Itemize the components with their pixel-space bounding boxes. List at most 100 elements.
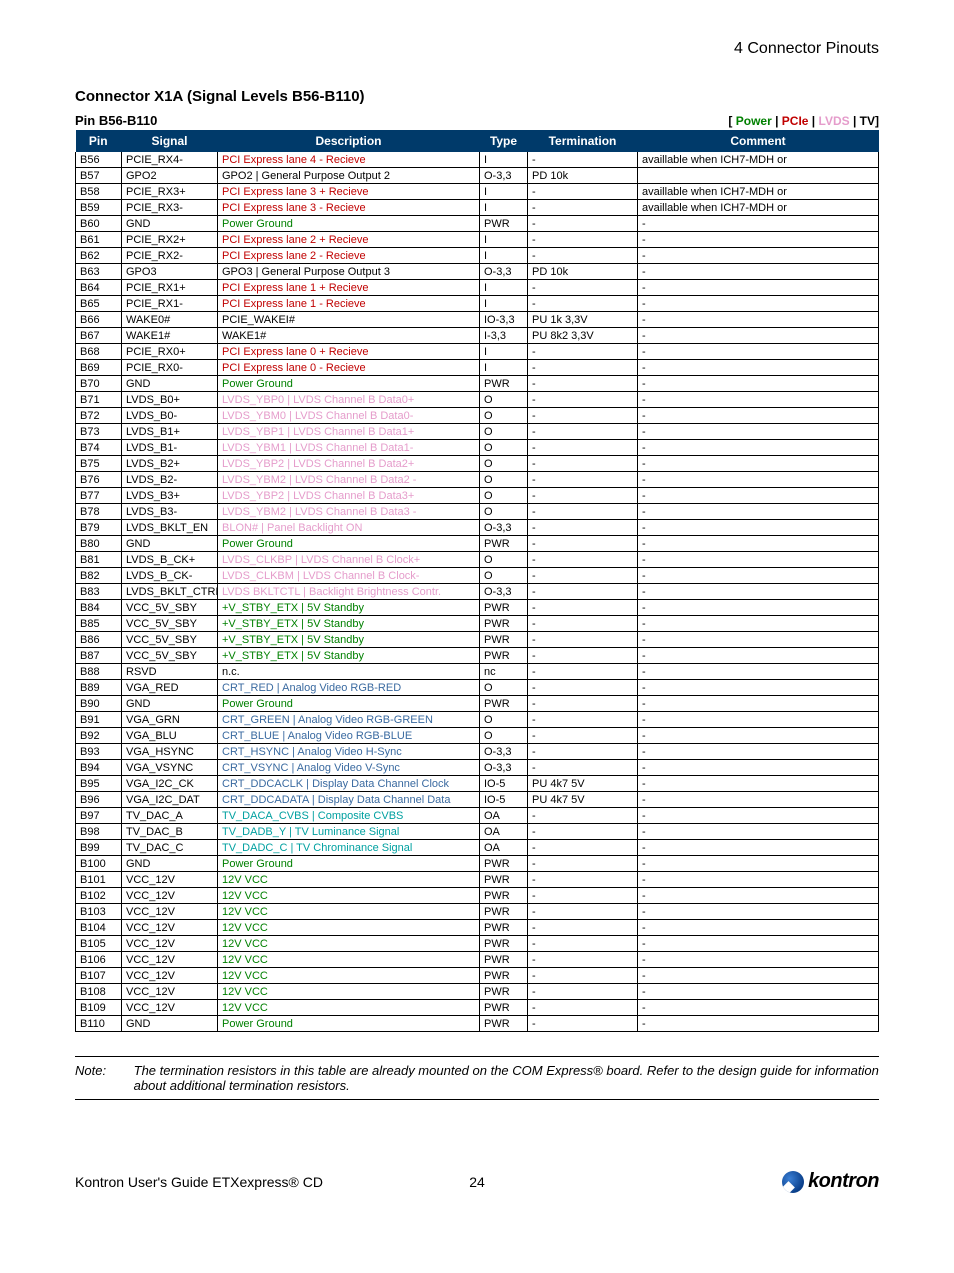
cell-type: O xyxy=(480,728,528,744)
cell-pin: B73 xyxy=(76,424,122,440)
cell-description: CRT_RED | Analog Video RGB-RED xyxy=(218,680,480,696)
cell-termination: - xyxy=(528,296,638,312)
cell-description: PCI Express lane 2 - Recieve xyxy=(218,248,480,264)
cell-type: I xyxy=(480,360,528,376)
cell-termination: - xyxy=(528,392,638,408)
cell-signal: VCC_12V xyxy=(122,888,218,904)
cell-pin: B74 xyxy=(76,440,122,456)
table-row: B79LVDS_BKLT_ENBLON# | Panel Backlight O… xyxy=(76,520,879,536)
cell-termination: - xyxy=(528,808,638,824)
table-row: B100GNDPower GroundPWR-- xyxy=(76,856,879,872)
cell-comment: - xyxy=(638,776,879,792)
cell-comment: - xyxy=(638,632,879,648)
cell-pin: B103 xyxy=(76,904,122,920)
table-row: B107VCC_12V12V VCCPWR-- xyxy=(76,968,879,984)
note-block: Note: The termination resistors in this … xyxy=(75,1056,879,1100)
cell-termination: - xyxy=(528,408,638,424)
cell-comment: - xyxy=(638,888,879,904)
legend-pcie: PCIe xyxy=(782,114,809,128)
cell-signal: VGA_GRN xyxy=(122,712,218,728)
cell-description: PCIE_WAKEI# xyxy=(218,312,480,328)
cell-pin: B97 xyxy=(76,808,122,824)
note-text: The termination resistors in this table … xyxy=(134,1063,879,1093)
cell-signal: PCIE_RX2- xyxy=(122,248,218,264)
cell-pin: B92 xyxy=(76,728,122,744)
cell-comment: - xyxy=(638,344,879,360)
table-row: B89VGA_REDCRT_RED | Analog Video RGB-RED… xyxy=(76,680,879,696)
cell-type: O xyxy=(480,472,528,488)
cell-signal: TV_DAC_C xyxy=(122,840,218,856)
cell-type: O-3,3 xyxy=(480,168,528,184)
table-row: B73LVDS_B1+LVDS_YBP1 | LVDS Channel B Da… xyxy=(76,424,879,440)
cell-type: O-3,3 xyxy=(480,760,528,776)
cell-pin: B96 xyxy=(76,792,122,808)
cell-description: PCI Express lane 1 + Recieve xyxy=(218,280,480,296)
cell-description: 12V VCC xyxy=(218,904,480,920)
cell-comment: - xyxy=(638,824,879,840)
cell-termination: - xyxy=(528,568,638,584)
cell-pin: B93 xyxy=(76,744,122,760)
cell-signal: PCIE_RX3+ xyxy=(122,184,218,200)
cell-type: I xyxy=(480,152,528,168)
cell-pin: B56 xyxy=(76,152,122,168)
cell-comment: - xyxy=(638,280,879,296)
cell-comment: - xyxy=(638,312,879,328)
cell-type: PWR xyxy=(480,904,528,920)
table-row: B105VCC_12V12V VCCPWR-- xyxy=(76,936,879,952)
cell-description: BLON# | Panel Backlight ON xyxy=(218,520,480,536)
cell-pin: B78 xyxy=(76,504,122,520)
cell-description: LVDS_YBM2 | LVDS Channel B Data3 - xyxy=(218,504,480,520)
kontron-logo: kontron xyxy=(782,1170,879,1193)
cell-signal: VCC_12V xyxy=(122,920,218,936)
table-row: B95VGA_I2C_CKCRT_DDCACLK | Display Data … xyxy=(76,776,879,792)
cell-type: PWR xyxy=(480,1016,528,1032)
cell-comment: - xyxy=(638,328,879,344)
legend-power: Power xyxy=(736,114,772,128)
cell-termination: PD 10k xyxy=(528,264,638,280)
cell-type: I xyxy=(480,200,528,216)
cell-termination: - xyxy=(528,152,638,168)
cell-comment: - xyxy=(638,472,879,488)
cell-type: nc xyxy=(480,664,528,680)
cell-signal: PCIE_RX1+ xyxy=(122,280,218,296)
table-row: B78LVDS_B3-LVDS_YBM2 | LVDS Channel B Da… xyxy=(76,504,879,520)
cell-pin: B101 xyxy=(76,872,122,888)
cell-type: I xyxy=(480,344,528,360)
cell-pin: B71 xyxy=(76,392,122,408)
cell-pin: B76 xyxy=(76,472,122,488)
cell-description: LVDS BKLTCTL | Backlight Brightness Cont… xyxy=(218,584,480,600)
cell-comment: - xyxy=(638,648,879,664)
table-row: B94VGA_VSYNCCRT_VSYNC | Analog Video V-S… xyxy=(76,760,879,776)
cell-termination: - xyxy=(528,648,638,664)
table-row: B57GPO2GPO2 | General Purpose Output 2O-… xyxy=(76,168,879,184)
table-row: B102VCC_12V12V VCCPWR-- xyxy=(76,888,879,904)
cell-description: PCI Express lane 3 + Recieve xyxy=(218,184,480,200)
cell-signal: GPO3 xyxy=(122,264,218,280)
cell-type: IO-3,3 xyxy=(480,312,528,328)
cell-type: PWR xyxy=(480,920,528,936)
table-row: B65PCIE_RX1-PCI Express lane 1 - Recieve… xyxy=(76,296,879,312)
cell-comment: - xyxy=(638,424,879,440)
cell-description: LVDS_CLKBP | LVDS Channel B Clock+ xyxy=(218,552,480,568)
cell-signal: PCIE_RX1- xyxy=(122,296,218,312)
note-label: Note: xyxy=(75,1063,114,1093)
table-row: B86VCC_5V_SBY+V_STBY_ETX | 5V StandbyPWR… xyxy=(76,632,879,648)
section-header: 4 Connector Pinouts xyxy=(75,40,879,58)
cell-termination: - xyxy=(528,456,638,472)
cell-description: +V_STBY_ETX | 5V Standby xyxy=(218,616,480,632)
cell-description: 12V VCC xyxy=(218,984,480,1000)
cell-description: +V_STBY_ETX | 5V Standby xyxy=(218,600,480,616)
cell-termination: - xyxy=(528,248,638,264)
cell-comment: - xyxy=(638,216,879,232)
cell-signal: GND xyxy=(122,536,218,552)
cell-pin: B107 xyxy=(76,968,122,984)
cell-comment: - xyxy=(638,728,879,744)
cell-comment: - xyxy=(638,392,879,408)
footer-left: Kontron User's Guide ETXexpress® CD xyxy=(75,1174,323,1190)
cell-signal: LVDS_B3- xyxy=(122,504,218,520)
cell-termination: PU 4k7 5V xyxy=(528,792,638,808)
cell-description: LVDS_YBM0 | LVDS Channel B Data0- xyxy=(218,408,480,424)
cell-signal: GND xyxy=(122,376,218,392)
cell-description: +V_STBY_ETX | 5V Standby xyxy=(218,648,480,664)
cell-pin: B58 xyxy=(76,184,122,200)
